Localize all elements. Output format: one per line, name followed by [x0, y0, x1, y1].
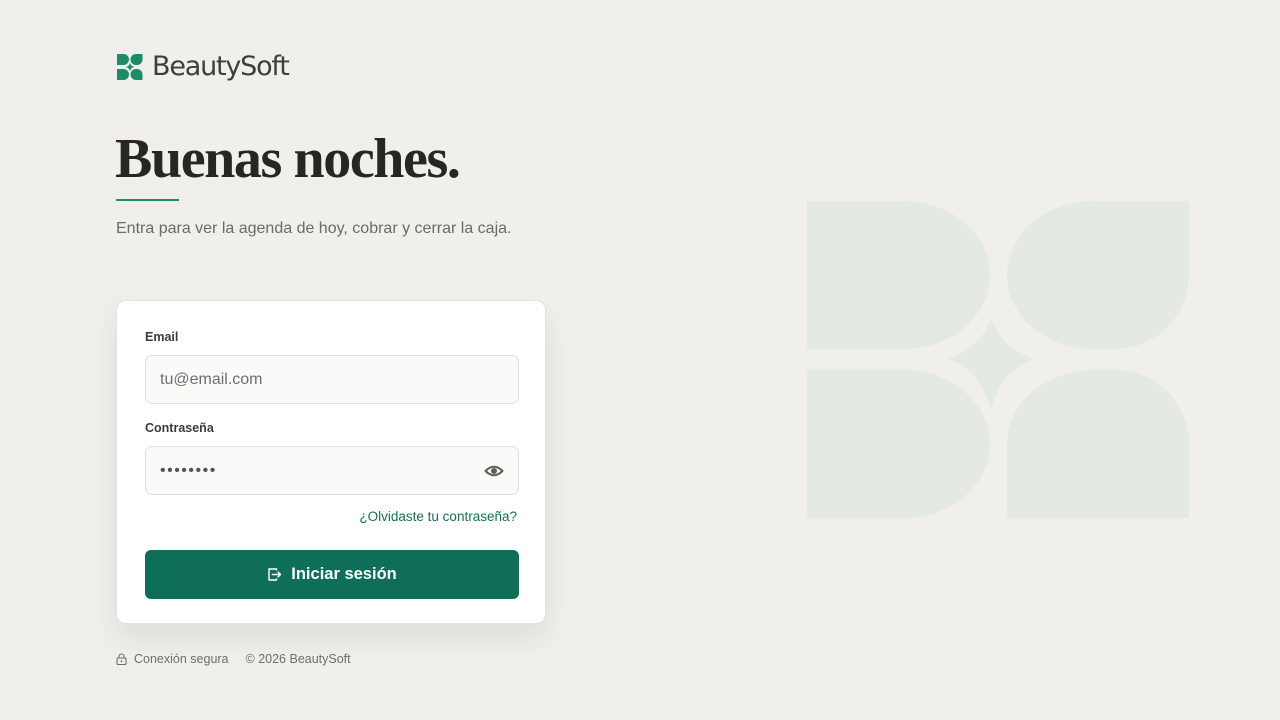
brand-watermark-icon: [807, 201, 1189, 518]
eye-icon[interactable]: [484, 461, 504, 481]
page-subtitle: Entra para ver la agenda de hoy, cobrar …: [116, 220, 512, 237]
lock-icon: [116, 653, 127, 665]
login-icon: [268, 568, 282, 581]
brand-logo: BeautySoft: [116, 51, 290, 82]
password-field[interactable]: ••••••••: [145, 446, 519, 495]
title-accent-divider: [116, 199, 179, 201]
page-title: Buenas noches.: [115, 128, 461, 190]
login-page: BeautySoft Buenas noches. Entra para ver…: [0, 0, 1280, 720]
login-button[interactable]: Iniciar sesión: [145, 550, 519, 599]
email-placeholder: tu@email.com: [160, 370, 263, 388]
login-button-label: Iniciar sesión: [291, 565, 397, 583]
secure-connection-label: Conexión segura: [134, 652, 229, 666]
footer: Conexión segura © 2026 BeautySoft: [116, 652, 351, 666]
password-masked-value: ••••••••: [160, 461, 217, 479]
password-label: Contraseña: [145, 421, 214, 435]
email-label: Email: [145, 330, 179, 344]
forgot-password-link[interactable]: ¿Olvidaste tu contraseña?: [359, 509, 517, 524]
brand-mark-icon: [117, 54, 143, 80]
email-field[interactable]: tu@email.com: [145, 355, 519, 404]
brand-name: BeautySoft: [152, 51, 290, 82]
copyright-label: © 2026 BeautySoft: [245, 652, 351, 666]
login-form-card: Email tu@email.com Contraseña •••••••• ¿…: [116, 300, 546, 624]
